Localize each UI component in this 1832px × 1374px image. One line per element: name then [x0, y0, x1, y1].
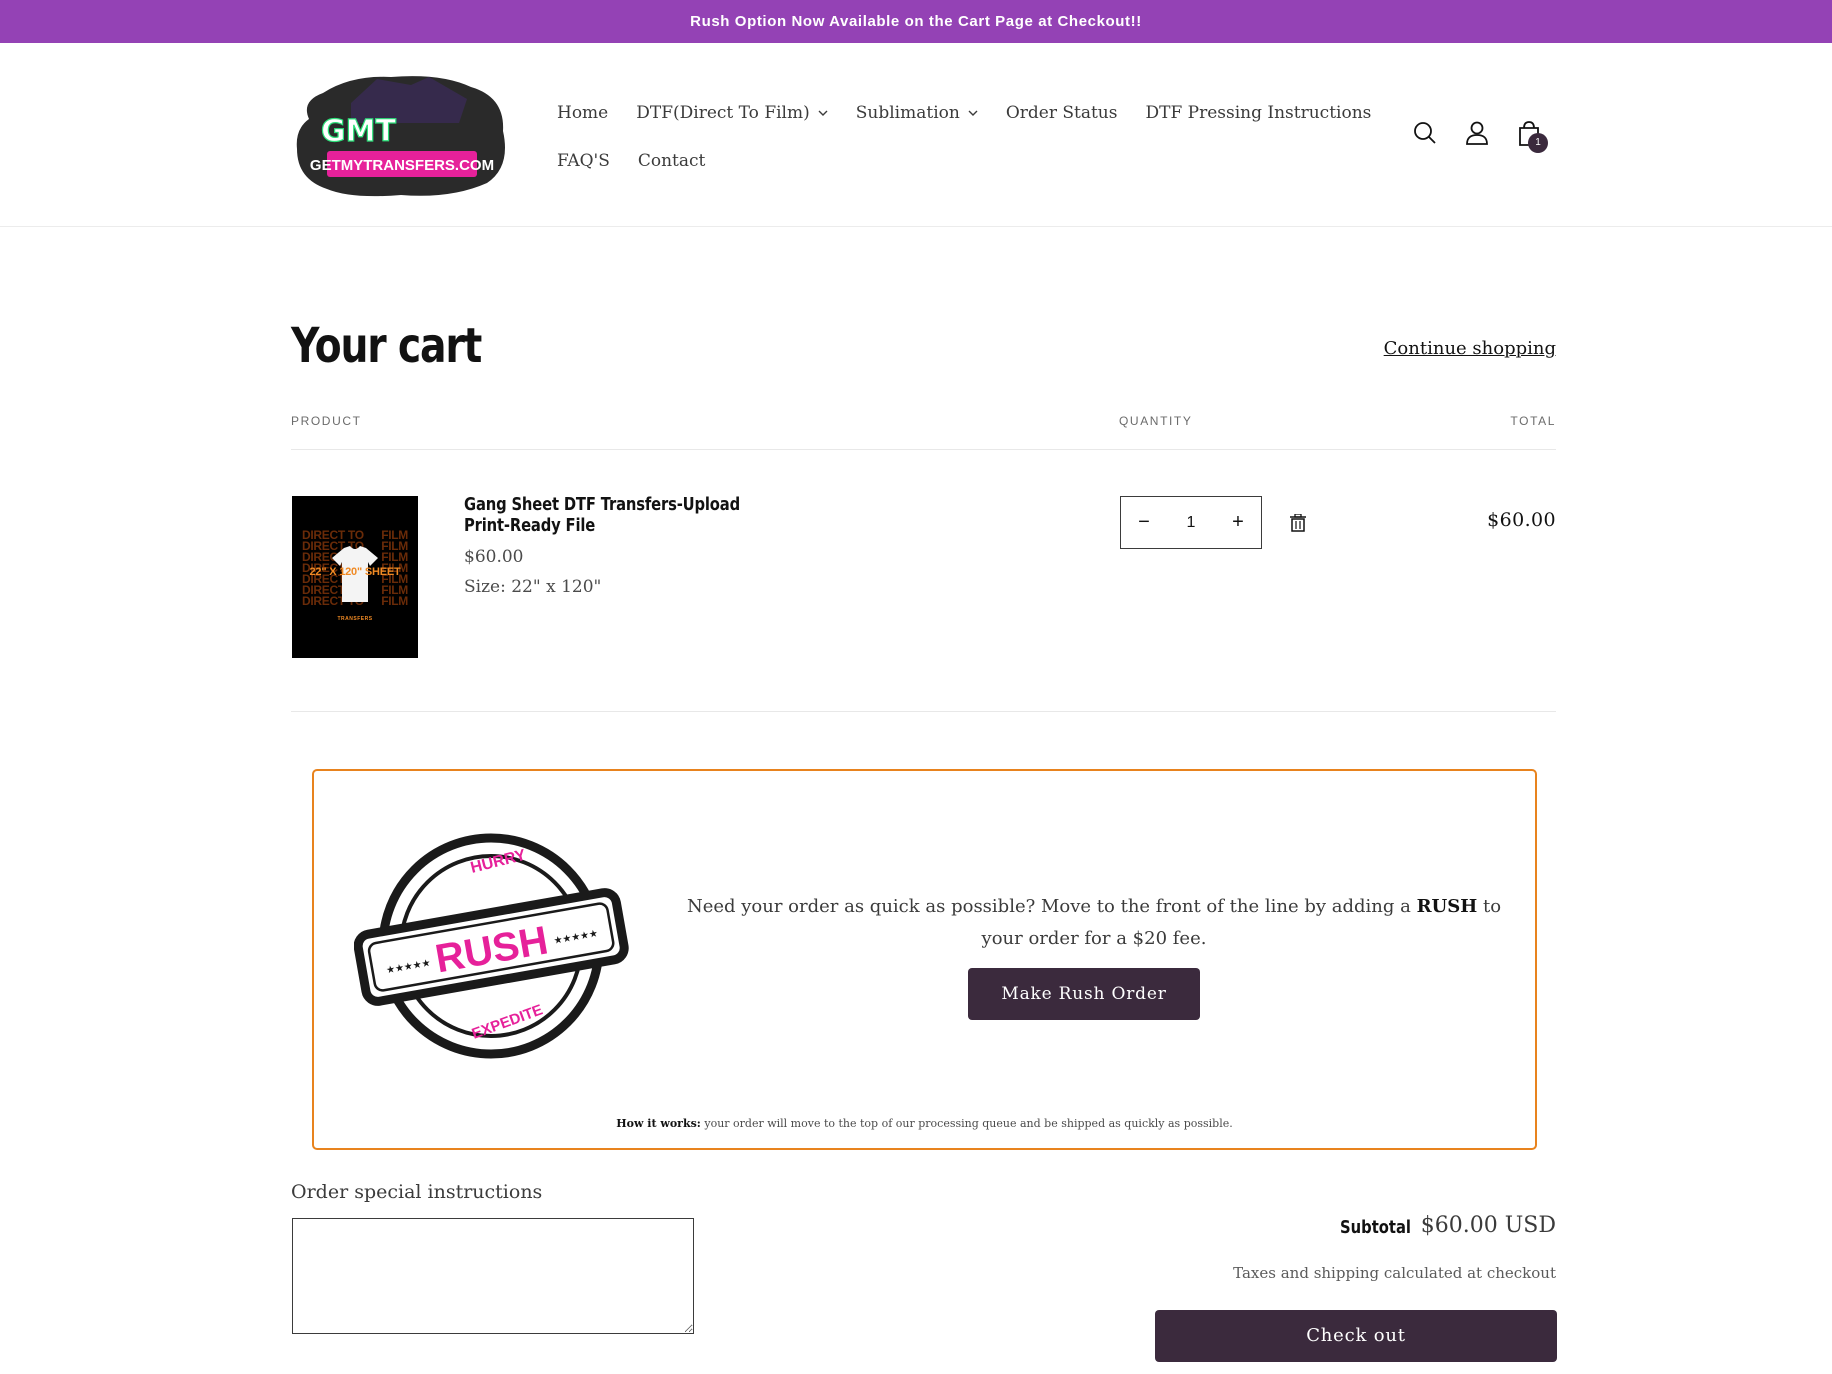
product-name-link[interactable]: Gang Sheet DTF Transfers-Upload Print-Re…: [464, 494, 759, 536]
page-title: Your cart: [291, 318, 482, 374]
rush-stamp-graphic: HURRY RUSH ★★★★★ ★★★★★ EXPEDITE: [354, 833, 629, 1059]
cart-count-badge: 1: [1528, 133, 1548, 153]
product-size: Size: 22" x 120": [464, 577, 602, 597]
nav-item-faq-s[interactable]: FAQ'S: [557, 151, 610, 171]
thumbnail-pattern-word: FILM: [381, 594, 408, 608]
decrease-quantity-button[interactable]: −: [1133, 511, 1155, 534]
nav-item-label: FAQ'S: [557, 151, 610, 171]
divider: [291, 711, 1556, 712]
nav-item-label: DTF Pressing Instructions: [1145, 103, 1372, 123]
chevron-down-icon: [968, 110, 978, 116]
nav-row-1: Home DTF(Direct To Film) Sublimation Order …: [557, 91, 1377, 135]
rush-description: Need your order as quick as possible? Mo…: [686, 896, 1502, 949]
instructions-label: Order special instructions: [291, 1181, 543, 1203]
stamp-bottom-text: EXPEDITE: [470, 1001, 546, 1042]
divider: [291, 449, 1556, 450]
column-header-product: PRODUCT: [291, 414, 362, 428]
product-thumbnail[interactable]: DIRECT TO FILM DIRECT TO FILM DIRECT TO FILM D…: [292, 496, 418, 658]
product-price: $60.00: [464, 547, 524, 567]
site-header: GMT GETMYTRANSFERS.COM Home DTF(Direct To…: [0, 43, 1832, 227]
quantity-input[interactable]: 1: [1187, 514, 1196, 532]
column-header-quantity: QUANTITY: [1119, 414, 1193, 428]
site-logo[interactable]: GMT GETMYTRANSFERS.COM: [291, 71, 513, 201]
announcement-bar: Rush Option Now Available on the Cart Pa…: [0, 0, 1832, 43]
rush-how-it-works: How it works: your order will move to th…: [616, 1117, 1233, 1130]
nav-item-home[interactable]: Home: [557, 103, 608, 123]
make-rush-order-button[interactable]: Make Rush Order: [968, 968, 1200, 1020]
continue-shopping-link[interactable]: Continue shopping: [1384, 338, 1556, 359]
logo-wordmark: GETMYTRANSFERS.COM: [310, 157, 494, 174]
thumbnail-headline: 22" X 120" SHEET: [309, 566, 401, 578]
column-header-total: TOTAL: [1510, 414, 1556, 428]
special-instructions-field[interactable]: [292, 1218, 694, 1334]
line-total: $60.00: [1487, 509, 1556, 531]
subtotal-label: Subtotal: [1340, 1217, 1411, 1238]
nav-item-dtf-direct-to-film[interactable]: DTF(Direct To Film): [636, 103, 828, 123]
subtotal-value: $60.00 USD: [1420, 1213, 1556, 1238]
nav-item-label: Home: [557, 103, 609, 123]
trash-icon[interactable]: [1290, 514, 1306, 532]
search-icon[interactable]: [1412, 119, 1438, 147]
main-navigation: Home DTF(Direct To Film) Sublimation Order …: [557, 91, 1377, 187]
chevron-down-icon: [818, 110, 828, 116]
taxes-note: Taxes and shipping calculated at checkou…: [1233, 1264, 1556, 1282]
cart-button[interactable]: 1: [1516, 119, 1548, 153]
thumbnail-brand: TRANSFERS: [337, 616, 373, 622]
increase-quantity-button[interactable]: +: [1227, 511, 1249, 534]
nav-row-2: FAQ'S Contact: [557, 139, 1377, 183]
nav-item-label: DTF(Direct To Film): [636, 103, 810, 123]
checkout-button[interactable]: Check out: [1155, 1310, 1557, 1362]
nav-item-order-status[interactable]: Order Status: [1006, 103, 1118, 123]
user-icon[interactable]: [1464, 119, 1490, 147]
nav-item-contact[interactable]: Contact: [638, 151, 706, 171]
quantity-stepper: − 1 +: [1120, 496, 1262, 549]
logo-letters: GMT: [321, 114, 396, 149]
rush-order-panel: HURRY RUSH ★★★★★ ★★★★★ EXPEDITE Need you…: [312, 769, 1537, 1150]
nav-item-label: Contact: [637, 151, 706, 171]
nav-item-label: Sublimation: [855, 103, 960, 123]
nav-item-dtf-pressing-instructions[interactable]: DTF Pressing Instructions: [1145, 103, 1371, 123]
nav-item-label: Order Status: [1005, 103, 1118, 123]
stamp-top-text: HURRY: [469, 847, 528, 877]
nav-item-sublimation[interactable]: Sublimation: [856, 103, 978, 123]
header-icons: 1: [1412, 119, 1548, 153]
